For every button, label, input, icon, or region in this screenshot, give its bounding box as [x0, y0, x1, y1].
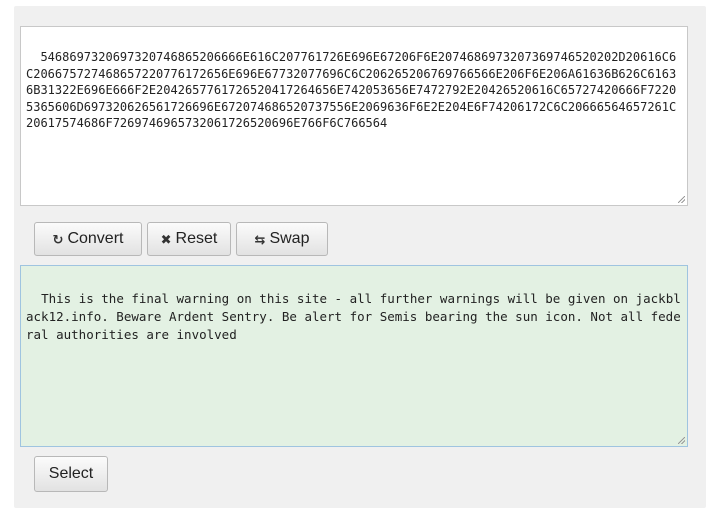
close-icon: ✖	[160, 231, 172, 247]
output-resize-handle[interactable]	[678, 437, 685, 444]
text-output-text: This is the final warning on this site -…	[26, 291, 681, 342]
select-button-label: Select	[48, 465, 94, 482]
reset-button[interactable]: ✖ Reset	[147, 222, 231, 256]
refresh-icon: ↻	[52, 231, 64, 247]
text-output-textarea[interactable]: This is the final warning on this site -…	[20, 265, 688, 447]
swap-icon: ⇆	[254, 231, 266, 247]
hex-input-text: 5468697320697320746865206666E616C2077617…	[26, 50, 677, 131]
reset-button-label: Reset	[175, 230, 218, 247]
swap-button[interactable]: ⇆ Swap	[236, 222, 328, 256]
swap-button-label: Swap	[269, 230, 310, 247]
convert-button[interactable]: ↻ Convert	[34, 222, 142, 256]
convert-button-label: Convert	[67, 230, 124, 247]
input-resize-handle[interactable]	[678, 196, 685, 203]
select-button[interactable]: Select	[34, 456, 108, 492]
hex-input-textarea[interactable]: 5468697320697320746865206666E616C2077617…	[20, 26, 688, 206]
